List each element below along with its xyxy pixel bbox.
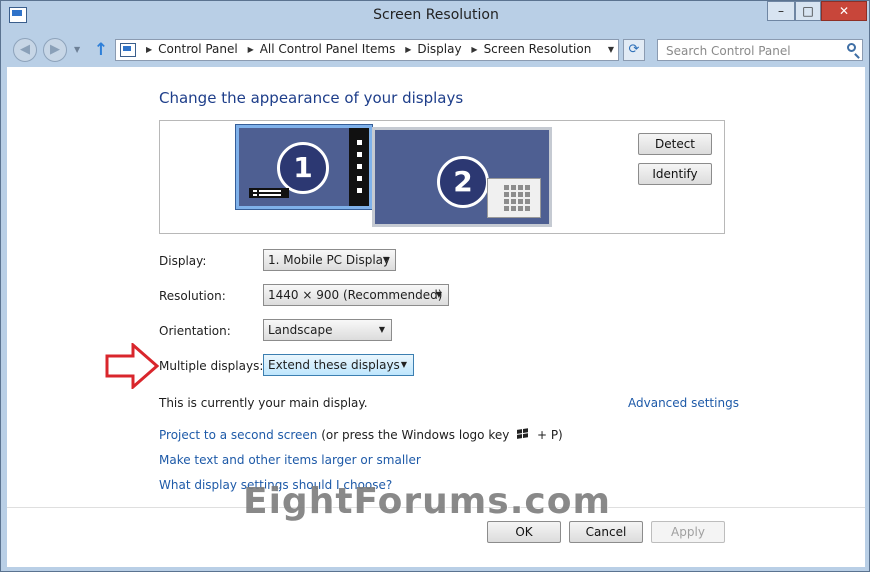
breadcrumb-screen-resolution[interactable]: Screen Resolution	[484, 42, 592, 56]
start-screen-preview-icon	[487, 178, 541, 218]
display-arrangement-panel: 1 2 Detect Identify	[159, 120, 725, 234]
monitor-1[interactable]: 1	[236, 125, 372, 209]
chevron-right-icon[interactable]: ▶	[405, 45, 411, 54]
address-bar[interactable]: ▶ Control Panel ▶ All Control Panel Items …	[115, 39, 619, 61]
resolution-label: Resolution:	[159, 289, 226, 303]
control-panel-icon	[9, 7, 27, 23]
apply-button[interactable]: Apply	[651, 521, 725, 543]
title-bar: Screen Resolution – □ ✕	[1, 1, 869, 33]
chevron-down-icon: ▼	[435, 290, 442, 299]
monitor-2[interactable]: 2	[372, 127, 552, 227]
back-button[interactable]: ◀	[13, 38, 37, 62]
main-display-note: This is currently your main display.	[159, 396, 368, 410]
chevron-right-icon[interactable]: ▶	[248, 45, 254, 54]
ok-button[interactable]: OK	[487, 521, 561, 543]
up-arrow-icon[interactable]: ↑	[93, 40, 109, 60]
monitor-number-1: 1	[277, 142, 329, 194]
orientation-select-value: Landscape	[268, 323, 333, 337]
taskbar-preview	[349, 128, 369, 206]
window-title: Screen Resolution	[373, 7, 499, 23]
advanced-settings-link[interactable]: Advanced settings	[628, 396, 739, 410]
chevron-right-icon[interactable]: ▶	[146, 45, 152, 54]
navigation-bar: ◀ ▶ ▼ ↑ ▶ Control Panel ▶ All Control Pane…	[1, 35, 869, 65]
chevron-down-icon: ▼	[378, 325, 385, 334]
chevron-down-icon[interactable]: ▼	[608, 45, 614, 54]
breadcrumb-control-panel[interactable]: Control Panel	[158, 42, 238, 56]
resolution-select[interactable]: 1440 × 900 (Recommended) ▼	[263, 284, 449, 306]
project-note-end: + P)	[533, 428, 563, 442]
display-select[interactable]: 1. Mobile PC Display ▼	[263, 249, 396, 271]
main-content: Change the appearance of your displays 1…	[7, 67, 865, 567]
watermark-logo: EightForums.com	[243, 481, 611, 522]
control-panel-icon	[120, 43, 136, 57]
cancel-button[interactable]: Cancel	[569, 521, 643, 543]
breadcrumb-display[interactable]: Display	[417, 42, 461, 56]
search-icon[interactable]	[847, 43, 856, 52]
minimize-button[interactable]: –	[767, 1, 795, 21]
project-note-start: (or press the Windows logo key	[317, 428, 514, 442]
multiple-displays-select[interactable]: Extend these displays ▼	[263, 354, 414, 376]
resolution-select-value: 1440 × 900 (Recommended)	[268, 288, 443, 302]
screen-resolution-window: Screen Resolution – □ ✕ ◀ ▶ ▼ ↑ ▶ Control…	[0, 0, 870, 572]
search-input[interactable]: Search Control Panel	[657, 39, 863, 61]
display-select-value: 1. Mobile PC Display	[268, 253, 391, 267]
text-size-link[interactable]: Make text and other items larger or smal…	[159, 453, 421, 467]
breadcrumb-all-control-panel-items[interactable]: All Control Panel Items	[260, 42, 396, 56]
recent-pages-dropdown-icon[interactable]: ▼	[74, 45, 80, 54]
multiple-displays-label: Multiple displays:	[159, 359, 264, 373]
multiple-displays-select-value: Extend these displays	[268, 358, 400, 372]
orientation-label: Orientation:	[159, 324, 231, 338]
orientation-select[interactable]: Landscape ▼	[263, 319, 392, 341]
detect-button[interactable]: Detect	[638, 133, 712, 155]
maximize-button[interactable]: □	[795, 1, 821, 21]
desktop-preview-icon	[249, 188, 289, 198]
chevron-down-icon: ▼	[400, 360, 407, 369]
callout-arrow-icon	[105, 343, 159, 389]
windows-logo-icon	[517, 428, 529, 441]
search-placeholder: Search Control Panel	[666, 44, 791, 58]
chevron-right-icon[interactable]: ▶	[471, 45, 477, 54]
monitor-number-2: 2	[437, 156, 489, 208]
page-title: Change the appearance of your displays	[159, 89, 464, 107]
refresh-button[interactable]: ⟳	[623, 39, 645, 61]
project-second-screen-link[interactable]: Project to a second screen	[159, 428, 317, 442]
chevron-down-icon: ▼	[382, 255, 389, 264]
breadcrumb: ▶ Control Panel ▶ All Control Panel Items …	[140, 42, 591, 60]
forward-button[interactable]: ▶	[43, 38, 67, 62]
close-button[interactable]: ✕	[821, 1, 867, 21]
display-label: Display:	[159, 254, 207, 268]
identify-button[interactable]: Identify	[638, 163, 712, 185]
project-line: Project to a second screen (or press the…	[159, 428, 563, 442]
